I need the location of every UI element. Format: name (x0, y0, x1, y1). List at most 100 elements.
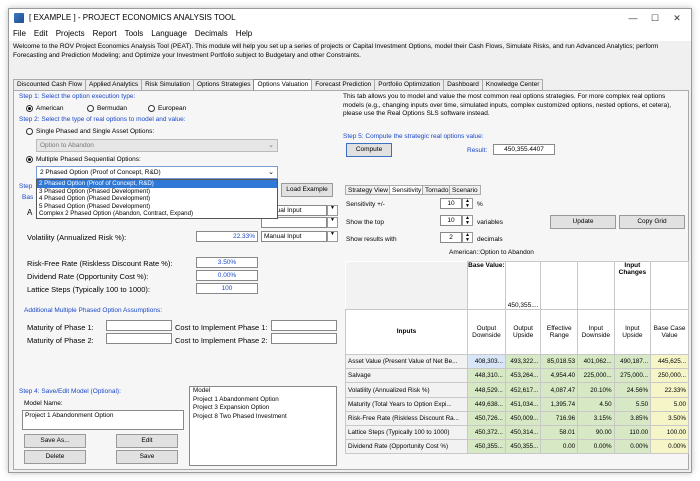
lattice-input[interactable]: 100 (196, 283, 258, 294)
table-row[interactable]: Volatility (Annualized Risk %) 448,529...… (345, 382, 689, 398)
step1-label: Step 1: Select the option execution type… (19, 93, 136, 100)
chevron-down-icon[interactable]: ▼ (327, 217, 338, 228)
tab-options-strategies[interactable]: Options Strategies (192, 79, 255, 90)
cost-phase1-input[interactable] (271, 320, 337, 331)
tab-tornado[interactable]: Tornado (422, 185, 452, 195)
spinner-icon[interactable]: ▲ ▼ (462, 215, 473, 226)
dropdown-item[interactable]: Complex 2 Phased Option (Abandon, Contra… (37, 210, 277, 218)
dividend-input[interactable]: 0.00% (196, 270, 258, 281)
compute-button[interactable]: Compute (346, 143, 392, 157)
menu-projects[interactable]: Projects (52, 27, 89, 41)
table-row[interactable]: Maturity (Total Years to Option Expi... 4… (345, 396, 689, 412)
load-example-button[interactable]: Load Example (281, 183, 333, 197)
maximize-button[interactable]: ☐ (645, 11, 665, 25)
multiple-phased-label: Multiple Phased Sequential Options: (36, 156, 141, 163)
decimals-input[interactable]: 2 (440, 232, 462, 243)
multiple-option-value: 2 Phased Option (Proof of Concept, R&D) (40, 169, 161, 176)
tab-forecast-prediction[interactable]: Forecast Prediction (311, 79, 376, 90)
american-radio[interactable] (26, 105, 33, 112)
menu-edit[interactable]: Edit (30, 27, 52, 41)
tab-discounted-cash-flow[interactable]: Discounted Cash Flow (13, 79, 87, 90)
show-top-input[interactable]: 10 (440, 215, 462, 226)
multiple-phased-radio[interactable] (26, 156, 33, 163)
sensitivity-grid: Base Value: 450,355.... Input Changes In… (345, 261, 689, 455)
delete-button[interactable]: Delete (24, 450, 86, 464)
tab-scenario[interactable]: Scenario (449, 185, 481, 195)
tab-portfolio-optimization[interactable]: Portfolio Optimization (374, 79, 445, 90)
base-value-label: Base Value: (468, 262, 505, 269)
main-tabs: Discounted Cash Flow Applied Analytics R… (13, 79, 544, 91)
sensitivity-input[interactable]: 10 (440, 198, 462, 209)
list-item[interactable]: Project 8 Two Phased Investment (190, 413, 336, 422)
lattice-label: Lattice Steps (Typically 100 to 1000): (27, 285, 150, 294)
menu-file[interactable]: File (9, 27, 30, 41)
table-row[interactable]: Dividend Rate (Opportunity Cost %) 450,35… (345, 438, 689, 455)
dropdown-item[interactable]: 5 Phased Option (Phased Development) (37, 203, 277, 211)
save-button[interactable]: Save (116, 450, 178, 464)
save-as-button[interactable]: Save As... (24, 434, 86, 448)
maturity-phase2-label: Maturity of Phase 2: (27, 336, 94, 345)
menu-decimals[interactable]: Decimals (191, 27, 232, 41)
menu-language[interactable]: Language (147, 27, 191, 41)
single-option-select[interactable]: Option to Abandon ⌄ (36, 139, 278, 152)
result-value: 450,355.4407 (493, 144, 555, 155)
bermudan-radio[interactable] (87, 105, 94, 112)
step3-sublabel: Bas (22, 194, 34, 201)
multi-phase-label: Additional Multiple Phased Option Assump… (24, 307, 163, 314)
dropdown-item[interactable]: 2 Phased Option (Proof of Concept, R&D) (37, 180, 277, 188)
model-name-label: Model Name: (24, 400, 63, 407)
chevron-down-icon: ⌄ (268, 142, 274, 149)
grid-caption: American::Option to Abandon (449, 249, 534, 256)
step2-label: Step 2: Select the type of real options … (19, 116, 186, 123)
cost-phase2-input[interactable] (271, 333, 337, 344)
volatility-mode-select[interactable]: Manual Input (261, 231, 327, 242)
asset-label-fragment: A (27, 208, 33, 217)
tab-strategy-view[interactable]: Strategy View (345, 185, 391, 195)
spinner-icon[interactable]: ▲ ▼ (462, 198, 473, 209)
single-phased-radio[interactable] (26, 128, 33, 135)
tab-dashboard[interactable]: Dashboard (443, 79, 483, 90)
menu-bar: File Edit Projects Report Tools Language Decim… (9, 27, 691, 41)
dropdown-item[interactable]: 3 Phased Option (Phased Development) (37, 188, 277, 196)
tab-knowledge-center[interactable]: Knowledge Center (481, 79, 544, 90)
step5-label: Step 5: Compute the strategic real optio… (343, 133, 484, 140)
table-row[interactable]: Risk-Free Rate (Riskless Discount Ra... 4… (345, 410, 689, 426)
maturity-phase2-input[interactable] (106, 333, 172, 344)
dropdown-item[interactable]: 4 Phased Option (Phased Development) (37, 195, 277, 203)
multiple-option-select[interactable]: 2 Phased Option (Proof of Concept, R&D) ⌄ (36, 166, 278, 179)
table-row[interactable]: Salvage 448,310... 453,264... 4,954.40 225,0… (345, 368, 689, 384)
base-value: 450,355.... (504, 261, 542, 310)
minimize-button[interactable]: — (623, 11, 643, 25)
col-output-upside: Output Upside (504, 308, 542, 356)
menu-report[interactable]: Report (89, 27, 121, 41)
model-list: Model Project 1 Abandonment Option Proje… (189, 386, 337, 466)
list-item[interactable]: Project 1 Abandonment Option (190, 396, 336, 405)
list-item[interactable]: Project 3 Expansion Option (190, 404, 336, 413)
chevron-down-icon[interactable]: ▼ (327, 205, 338, 216)
single-phased-label: Single Phased and Single Asset Options: (36, 128, 155, 135)
riskfree-input[interactable]: 3.50% (196, 257, 258, 268)
table-row[interactable]: Lattice Steps (Typically 100 to 1000) 450… (345, 424, 689, 440)
chevron-down-icon[interactable]: ▼ (327, 231, 338, 242)
maturity-phase1-input[interactable] (106, 320, 172, 331)
update-button[interactable]: Update (550, 215, 616, 229)
info-text: This tab allows you to model and value t… (343, 93, 672, 117)
tab-sensitivity[interactable]: Sensitivity (389, 185, 425, 195)
input-changes-label: Input Changes (618, 262, 647, 276)
spinner-icon[interactable]: ▲ ▼ (462, 232, 473, 243)
model-name-input[interactable]: Project 1 Abandonment Option (22, 410, 184, 430)
close-button[interactable]: ✕ (667, 11, 687, 25)
col-input-upside: Input Upside (613, 308, 652, 356)
copy-grid-button[interactable]: Copy Grid (619, 215, 685, 229)
european-radio[interactable] (148, 105, 155, 112)
table-row[interactable]: Asset Value (Present Value of Net Be... 4… (345, 354, 689, 370)
tab-applied-analytics[interactable]: Applied Analytics (85, 79, 143, 90)
menu-help[interactable]: Help (232, 27, 256, 41)
col-effective-range: Effective Range (540, 308, 579, 356)
menu-tools[interactable]: Tools (121, 27, 148, 41)
european-label: European (158, 105, 187, 112)
model-list-header: Model (193, 387, 211, 394)
edit-button[interactable]: Edit (116, 434, 178, 448)
volatility-input[interactable]: 22.33% (196, 231, 258, 242)
tab-risk-simulation[interactable]: Risk Simulation (141, 79, 194, 90)
